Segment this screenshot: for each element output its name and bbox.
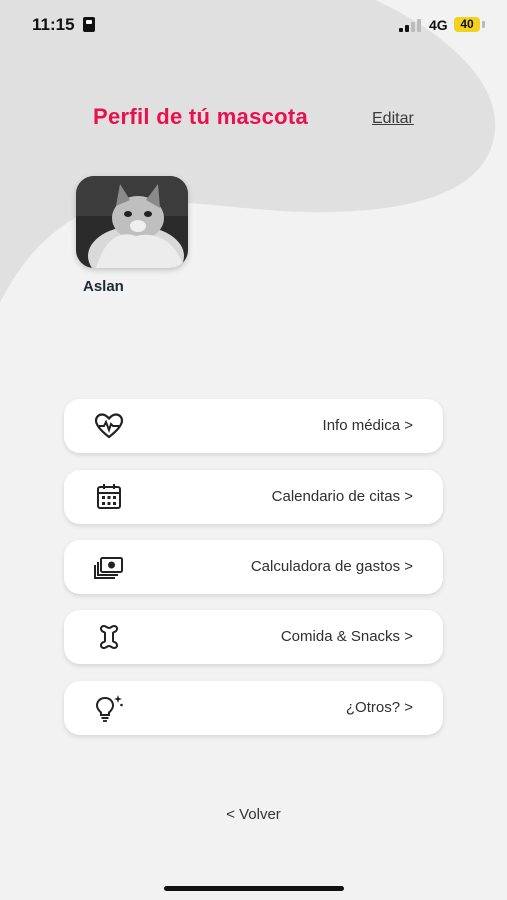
pet-avatar[interactable]: [76, 176, 188, 268]
edit-link[interactable]: Editar: [372, 110, 414, 128]
sim-card-icon: [83, 17, 95, 32]
menu-item-otros[interactable]: ¿Otros? >: [64, 681, 443, 735]
bone-icon: [99, 624, 119, 650]
menu-item-label: Comida & Snacks >: [280, 628, 413, 645]
money-icon: [94, 557, 123, 579]
heart-pulse-icon: [94, 413, 124, 439]
menu-item-label: Calculadora de gastos >: [250, 558, 413, 575]
network-type: 4G: [429, 17, 448, 33]
menu-item-calendario[interactable]: Calendario de citas >: [64, 470, 443, 524]
menu-item-label: Info médica >: [322, 417, 413, 434]
menu-item-info-medica[interactable]: Info médica >: [64, 399, 443, 453]
home-indicator[interactable]: [164, 886, 344, 891]
cat-photo-icon: [76, 176, 188, 268]
status-bar: 11:15 4G 40: [0, 0, 507, 50]
status-time: 11:15: [32, 15, 75, 34]
pet-name: Aslan: [83, 278, 124, 295]
page-title: Perfil de tú mascota: [93, 104, 309, 129]
menu-item-comida[interactable]: Comida & Snacks >: [64, 610, 443, 664]
menu-item-label: ¿Otros? >: [345, 699, 413, 716]
calendar-icon: [97, 484, 121, 509]
lightbulb-icon: [95, 695, 123, 722]
menu-item-label: Calendario de citas >: [271, 488, 413, 505]
menu-item-calculadora[interactable]: Calculadora de gastos >: [64, 540, 443, 594]
battery-cap: [482, 21, 485, 28]
back-button[interactable]: < Volver: [0, 806, 507, 823]
signal-icon: [399, 18, 423, 32]
battery-icon: 40: [454, 17, 480, 32]
